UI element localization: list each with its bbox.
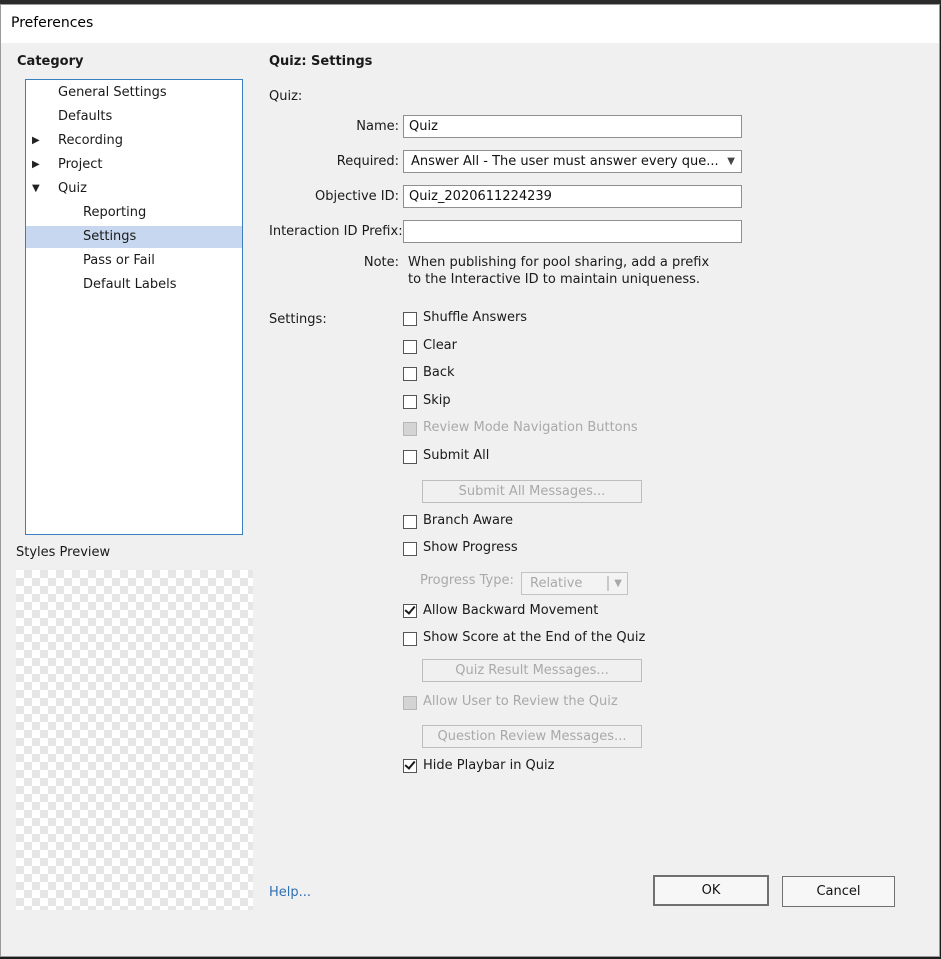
required-value: Answer All - The user must answer every … [411,154,719,169]
question-review-messages-button: Question Review Messages... [422,725,642,748]
tree-item-label: Pass or Fail [83,253,155,268]
preferences-dialog: Preferences Category General Settings De… [0,4,940,957]
dropdown-separator [607,576,609,591]
shuffle-answers-label: Shuffle Answers [423,310,528,325]
name-label: Name: [356,119,399,134]
branch-aware-checkbox[interactable] [403,515,417,529]
tree-item-quiz[interactable]: ▼ Quiz [26,178,242,200]
panel-title: Quiz: Settings [269,54,373,69]
allow-review-checkbox [403,696,417,710]
tree-item-general-settings[interactable]: General Settings [26,82,242,104]
required-dropdown[interactable]: Answer All - The user must answer every … [403,150,742,173]
interaction-id-prefix-label: Interaction ID Prefix: [269,224,403,239]
submit-all-label: Submit All [423,448,490,463]
expand-arrow-icon[interactable]: ▶ [32,154,40,176]
checkmark-icon [404,758,416,770]
skip-label: Skip [423,393,451,408]
tree-item-pass-or-fail[interactable]: Pass or Fail [26,250,242,272]
tree-item-label: General Settings [58,85,167,100]
progress-type-dropdown: Relative ▼ [521,572,628,595]
tree-item-project[interactable]: ▶ Project [26,154,242,176]
submit-all-checkbox[interactable] [403,450,417,464]
window-title: Preferences [11,15,94,31]
tree-item-default-labels[interactable]: Default Labels [26,274,242,296]
title-bar[interactable]: Preferences [1,5,939,43]
branch-aware-label: Branch Aware [423,513,514,528]
category-tree[interactable]: General Settings Defaults ▶ Recording ▶ … [25,79,243,535]
required-label: Required: [336,154,399,169]
tree-item-defaults[interactable]: Defaults [26,106,242,128]
allow-backward-movement-label: Allow Backward Movement [423,603,599,618]
tree-item-label: Recording [58,133,124,148]
styles-preview-area [16,570,253,910]
back-checkbox[interactable] [403,367,417,381]
show-progress-label: Show Progress [423,540,518,555]
clear-label: Clear [423,338,457,353]
tree-item-recording[interactable]: ▶ Recording [26,130,242,152]
tree-item-label: Settings [83,229,137,244]
allow-review-label: Allow User to Review the Quiz [423,694,618,709]
styles-preview-label: Styles Preview [16,545,111,560]
clear-checkbox[interactable] [403,340,417,354]
tree-item-label: Quiz [58,181,87,196]
tree-item-reporting[interactable]: Reporting [26,202,242,224]
tree-item-settings[interactable]: Settings [26,226,242,248]
objective-id-field[interactable]: Quiz_2020611224239 [403,185,742,208]
category-heading: Category [17,54,84,69]
shuffle-answers-checkbox[interactable] [403,312,417,326]
chevron-down-icon: ▼ [614,578,622,589]
note-label: Note: [363,255,399,270]
tree-item-label: Defaults [58,109,113,124]
name-field[interactable]: Quiz [403,115,742,138]
cancel-button[interactable]: Cancel [782,876,895,907]
submit-all-messages-button: Submit All Messages... [422,480,642,503]
show-score-checkbox[interactable] [403,632,417,646]
review-mode-nav-label: Review Mode Navigation Buttons [423,420,638,435]
allow-backward-movement-checkbox[interactable] [403,603,417,618]
review-mode-nav-checkbox [403,422,417,436]
chevron-down-icon: ▼ [727,156,735,167]
expand-arrow-icon[interactable]: ▶ [32,130,40,152]
tree-item-label: Default Labels [83,277,177,292]
quiz-result-messages-button: Quiz Result Messages... [422,659,642,682]
note-text-line1: When publishing for pool sharing, add a … [408,255,710,270]
collapse-arrow-icon[interactable]: ▼ [32,178,40,200]
hide-playbar-label: Hide Playbar in Quiz [423,758,555,773]
skip-checkbox[interactable] [403,395,417,409]
settings-section-label: Settings: [269,312,327,327]
tree-item-label: Reporting [83,205,147,220]
checkmark-icon [404,603,416,615]
progress-type-label: Progress Type: [420,573,514,588]
interaction-id-prefix-field[interactable] [403,220,742,243]
help-link[interactable]: Help... [269,885,311,900]
objective-id-label: Objective ID: [315,189,399,204]
tree-item-label: Project [58,157,103,172]
ok-button[interactable]: OK [653,875,769,906]
show-score-label: Show Score at the End of the Quiz [423,630,646,645]
progress-type-value: Relative [530,576,583,591]
hide-playbar-checkbox[interactable] [403,758,417,773]
quiz-section-label: Quiz: [269,89,303,104]
back-label: Back [423,365,455,380]
show-progress-checkbox[interactable] [403,542,417,556]
note-text-line2: to the Interactive ID to maintain unique… [408,272,700,287]
